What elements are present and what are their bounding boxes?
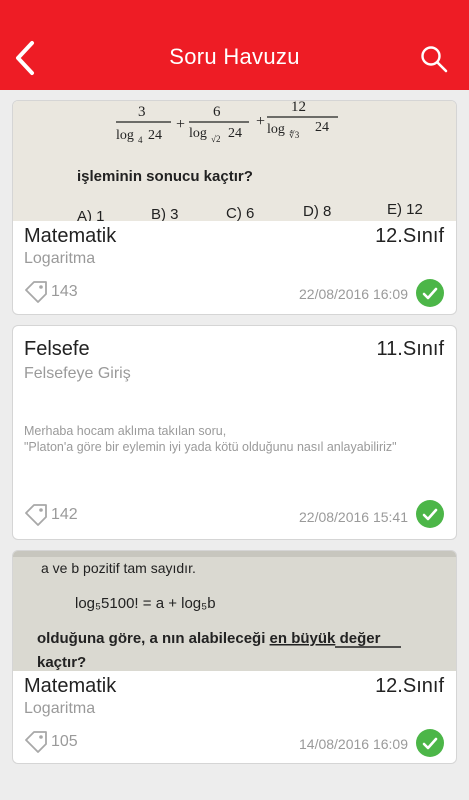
- svg-text:3: 3: [138, 104, 146, 120]
- svg-text:D) 8: D) 8: [303, 203, 331, 220]
- svg-text:kaçtır?: kaçtır?: [37, 654, 86, 671]
- svg-text:log: log: [189, 126, 207, 141]
- svg-text:log: log: [267, 122, 285, 137]
- topic-label: Felsefeye Giriş: [24, 365, 131, 382]
- question-image: a ve b pozitif tam sayıdır. log₅5100! = …: [13, 551, 456, 671]
- tag-count: 143: [51, 283, 78, 300]
- svg-text:log: log: [116, 128, 134, 143]
- subject-label: Matematik: [24, 225, 117, 247]
- svg-text:∜3: ∜3: [289, 129, 300, 140]
- svg-text:6: 6: [213, 104, 221, 120]
- search-icon: [421, 46, 448, 73]
- svg-text:log₅5100! = a + log₅b: log₅5100! = a + log₅b: [75, 595, 216, 612]
- svg-text:+: +: [256, 113, 265, 130]
- tag-icon: [25, 504, 47, 526]
- svg-text:olduğuna göre, a nın alabilece: olduğuna göre, a nın alabileceği en büyü…: [37, 630, 381, 647]
- grade-label: 11.Sınıf: [376, 338, 444, 360]
- svg-text:E) 12: E) 12: [387, 201, 423, 218]
- svg-text:C) 6: C) 6: [226, 205, 254, 221]
- tag-count: 142: [51, 506, 78, 523]
- svg-text:24: 24: [315, 120, 329, 135]
- tag-counter: 142: [24, 504, 78, 526]
- tag-icon: [25, 281, 47, 303]
- subject-label: Matematik: [24, 675, 117, 697]
- topic-label: Logaritma: [24, 700, 96, 717]
- page-title: Soru Havuzu: [169, 44, 300, 69]
- app-bar: Soru Havuzu: [0, 0, 469, 90]
- svg-text:A) 1: A) 1: [77, 208, 105, 221]
- svg-text:B) 3: B) 3: [151, 206, 179, 221]
- question-card[interactable]: a ve b pozitif tam sayıdır. log₅5100! = …: [12, 550, 457, 764]
- svg-text:24: 24: [228, 126, 242, 141]
- topic-label: Logaritma: [24, 250, 96, 267]
- image-text: işleminin sonucu kaçtır?: [77, 168, 253, 185]
- search-button[interactable]: [417, 42, 451, 76]
- question-image: 3 log 4 24 + 6 log √2 24 + 12 log ∜3 24 …: [13, 101, 456, 221]
- check-icon: [416, 500, 444, 528]
- question-card[interactable]: Felsefe 11.Sınıf Felsefeye Giriş Merhaba…: [12, 325, 457, 540]
- tag-counter: 105: [24, 731, 78, 753]
- check-icon: [416, 279, 444, 307]
- question-card[interactable]: 3 log 4 24 + 6 log √2 24 + 12 log ∜3 24 …: [12, 100, 457, 315]
- svg-text:√2: √2: [211, 134, 220, 144]
- date-label: 14/08/2016 16:09: [299, 736, 408, 752]
- svg-text:+: +: [176, 116, 185, 133]
- question-description: Merhaba hocam aklıma takılan soru, "Plat…: [24, 424, 397, 454]
- subject-label: Felsefe: [24, 338, 90, 360]
- grade-label: 12.Sınıf: [375, 225, 444, 247]
- tag-counter: 143: [24, 281, 78, 303]
- date-label: 22/08/2016 15:41: [299, 509, 408, 525]
- svg-text:4: 4: [138, 135, 143, 145]
- svg-text:12: 12: [291, 101, 306, 115]
- date-label: 22/08/2016 16:09: [299, 286, 408, 302]
- svg-text:24: 24: [148, 128, 162, 143]
- tag-icon: [25, 731, 47, 753]
- svg-text:a ve b pozitif tam sayıdır.: a ve b pozitif tam sayıdır.: [41, 560, 196, 576]
- grade-label: 12.Sınıf: [375, 675, 444, 697]
- tag-count: 105: [51, 733, 78, 750]
- check-icon: [416, 729, 444, 757]
